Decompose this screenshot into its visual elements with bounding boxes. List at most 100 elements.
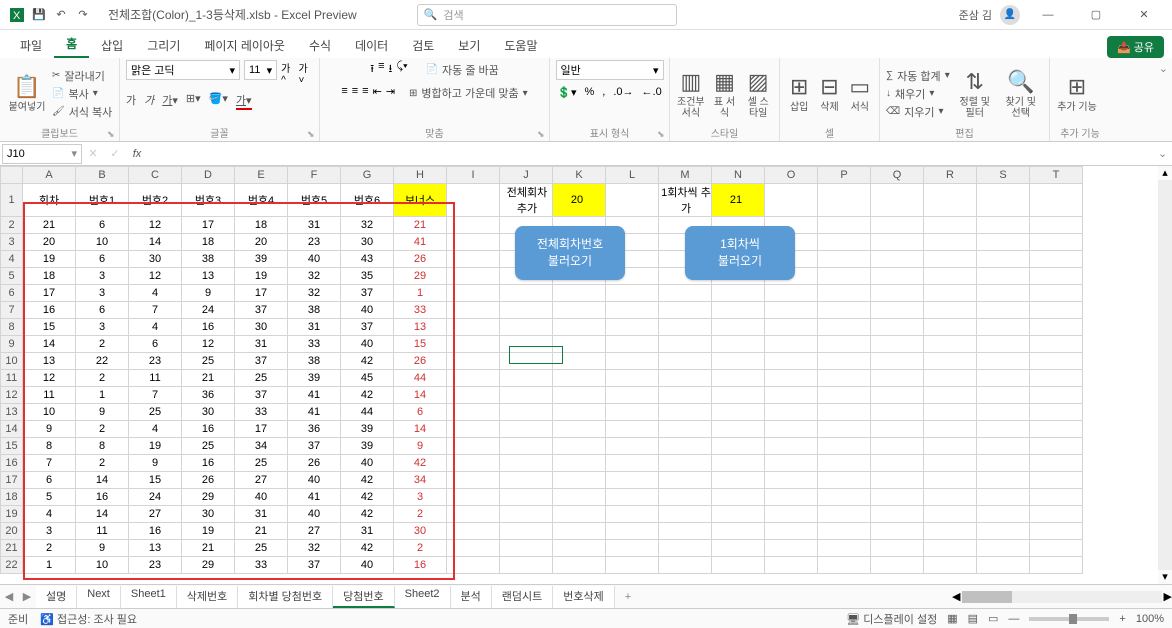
font-launcher-icon[interactable]: ⬊ bbox=[307, 129, 317, 139]
cell-J22[interactable] bbox=[500, 557, 553, 574]
cell-G11[interactable]: 45 bbox=[341, 370, 394, 387]
cell-E18[interactable]: 40 bbox=[235, 489, 288, 506]
cell-B6[interactable]: 3 bbox=[76, 285, 129, 302]
autosum-button[interactable]: ∑ 자동 합계 ▾ bbox=[886, 68, 950, 84]
zoom-in-button[interactable]: + bbox=[1119, 613, 1125, 625]
cell-D9[interactable]: 12 bbox=[182, 336, 235, 353]
cell-Q22[interactable] bbox=[871, 557, 924, 574]
cell-D10[interactable]: 25 bbox=[182, 353, 235, 370]
comma-icon[interactable]: , bbox=[602, 86, 605, 99]
cell-R22[interactable] bbox=[924, 557, 977, 574]
cell-K18[interactable] bbox=[553, 489, 606, 506]
cell-L10[interactable] bbox=[606, 353, 659, 370]
format-cells-button[interactable]: ▭서식 bbox=[847, 74, 873, 113]
cell-A14[interactable]: 9 bbox=[23, 421, 76, 438]
col-header-R[interactable]: R bbox=[924, 167, 977, 184]
cell-T17[interactable] bbox=[1030, 472, 1083, 489]
cell-A10[interactable]: 13 bbox=[23, 353, 76, 370]
cell-S11[interactable] bbox=[977, 370, 1030, 387]
cell-P8[interactable] bbox=[818, 319, 871, 336]
cell-E15[interactable]: 34 bbox=[235, 438, 288, 455]
cell-E5[interactable]: 19 bbox=[235, 268, 288, 285]
orientation-icon[interactable]: ⤹▾ bbox=[396, 60, 407, 79]
cell-F11[interactable]: 39 bbox=[288, 370, 341, 387]
cell-I16[interactable] bbox=[447, 455, 500, 472]
cell-J14[interactable] bbox=[500, 421, 553, 438]
cell-F22[interactable]: 37 bbox=[288, 557, 341, 574]
cell-F19[interactable]: 40 bbox=[288, 506, 341, 523]
cell-P17[interactable] bbox=[818, 472, 871, 489]
cell-E20[interactable]: 21 bbox=[235, 523, 288, 540]
row-header-6[interactable]: 6 bbox=[1, 285, 23, 302]
cell-K20[interactable] bbox=[553, 523, 606, 540]
cell-S2[interactable] bbox=[977, 217, 1030, 234]
row-header-19[interactable]: 19 bbox=[1, 506, 23, 523]
cond-format-button[interactable]: ▥조건부 서식 bbox=[676, 69, 706, 119]
cell-P7[interactable] bbox=[818, 302, 871, 319]
col-header-H[interactable]: H bbox=[394, 167, 447, 184]
cell-I4[interactable] bbox=[447, 251, 500, 268]
cell-K12[interactable] bbox=[553, 387, 606, 404]
sheet-tab-랜덤시트[interactable]: 랜덤시트 bbox=[492, 586, 553, 608]
row-header-10[interactable]: 10 bbox=[1, 353, 23, 370]
cell-B18[interactable]: 16 bbox=[76, 489, 129, 506]
font-size-select[interactable]: 11▾ bbox=[244, 60, 277, 80]
cell-G7[interactable]: 40 bbox=[341, 302, 394, 319]
cell-F21[interactable]: 32 bbox=[288, 540, 341, 557]
col-header-E[interactable]: E bbox=[235, 167, 288, 184]
tab-home[interactable]: 홈 bbox=[54, 31, 89, 58]
align-launcher-icon[interactable]: ⬊ bbox=[537, 129, 547, 139]
cell-J15[interactable] bbox=[500, 438, 553, 455]
cell-P11[interactable] bbox=[818, 370, 871, 387]
cell-E6[interactable]: 17 bbox=[235, 285, 288, 302]
cell-G8[interactable]: 37 bbox=[341, 319, 394, 336]
vertical-scrollbar[interactable] bbox=[1158, 180, 1172, 570]
cell-P14[interactable] bbox=[818, 421, 871, 438]
minimize-button[interactable]: — bbox=[1028, 0, 1068, 30]
cell-D13[interactable]: 30 bbox=[182, 404, 235, 421]
wrap-text-button[interactable]: 📄 자동 줄 바꿈 bbox=[426, 60, 499, 79]
cell-M6[interactable] bbox=[659, 285, 712, 302]
cell-T8[interactable] bbox=[1030, 319, 1083, 336]
col-header-T[interactable]: T bbox=[1030, 167, 1083, 184]
cell-I18[interactable] bbox=[447, 489, 500, 506]
cell-L19[interactable] bbox=[606, 506, 659, 523]
cell-B12[interactable]: 1 bbox=[76, 387, 129, 404]
cell-F8[interactable]: 31 bbox=[288, 319, 341, 336]
cell-G12[interactable]: 42 bbox=[341, 387, 394, 404]
cell-J18[interactable] bbox=[500, 489, 553, 506]
cell-M18[interactable] bbox=[659, 489, 712, 506]
col-header-A[interactable]: A bbox=[23, 167, 76, 184]
cell-D4[interactable]: 38 bbox=[182, 251, 235, 268]
col-header-P[interactable]: P bbox=[818, 167, 871, 184]
cell-E16[interactable]: 25 bbox=[235, 455, 288, 472]
cell-B8[interactable]: 3 bbox=[76, 319, 129, 336]
cell-L1[interactable] bbox=[606, 184, 659, 217]
cell-R17[interactable] bbox=[924, 472, 977, 489]
cell-T2[interactable] bbox=[1030, 217, 1083, 234]
cell-I12[interactable] bbox=[447, 387, 500, 404]
cell-H20[interactable]: 30 bbox=[394, 523, 447, 540]
cell-H2[interactable]: 21 bbox=[394, 217, 447, 234]
font-name-select[interactable]: 맑은 고딕▾ bbox=[126, 60, 240, 80]
delete-cells-button[interactable]: ⊟삭제 bbox=[816, 74, 842, 113]
cell-S4[interactable] bbox=[977, 251, 1030, 268]
cell-S8[interactable] bbox=[977, 319, 1030, 336]
cell-D3[interactable]: 18 bbox=[182, 234, 235, 251]
cell-M12[interactable] bbox=[659, 387, 712, 404]
cell-T1[interactable] bbox=[1030, 184, 1083, 217]
cell-D21[interactable]: 21 bbox=[182, 540, 235, 557]
col-header-C[interactable]: C bbox=[129, 167, 182, 184]
percent-icon[interactable]: % bbox=[585, 86, 595, 99]
shrink-font-icon[interactable]: 가˅ bbox=[299, 60, 313, 86]
cell-T12[interactable] bbox=[1030, 387, 1083, 404]
close-button[interactable]: ✕ bbox=[1124, 0, 1164, 30]
cell-P13[interactable] bbox=[818, 404, 871, 421]
tab-formulas[interactable]: 수식 bbox=[297, 33, 343, 58]
row-header-1[interactable]: 1 bbox=[1, 184, 23, 217]
sheet-nav-prev-icon[interactable]: ◀ bbox=[0, 590, 18, 603]
cell-F18[interactable]: 41 bbox=[288, 489, 341, 506]
row-header-13[interactable]: 13 bbox=[1, 404, 23, 421]
col-header-O[interactable]: O bbox=[765, 167, 818, 184]
cell-Q16[interactable] bbox=[871, 455, 924, 472]
